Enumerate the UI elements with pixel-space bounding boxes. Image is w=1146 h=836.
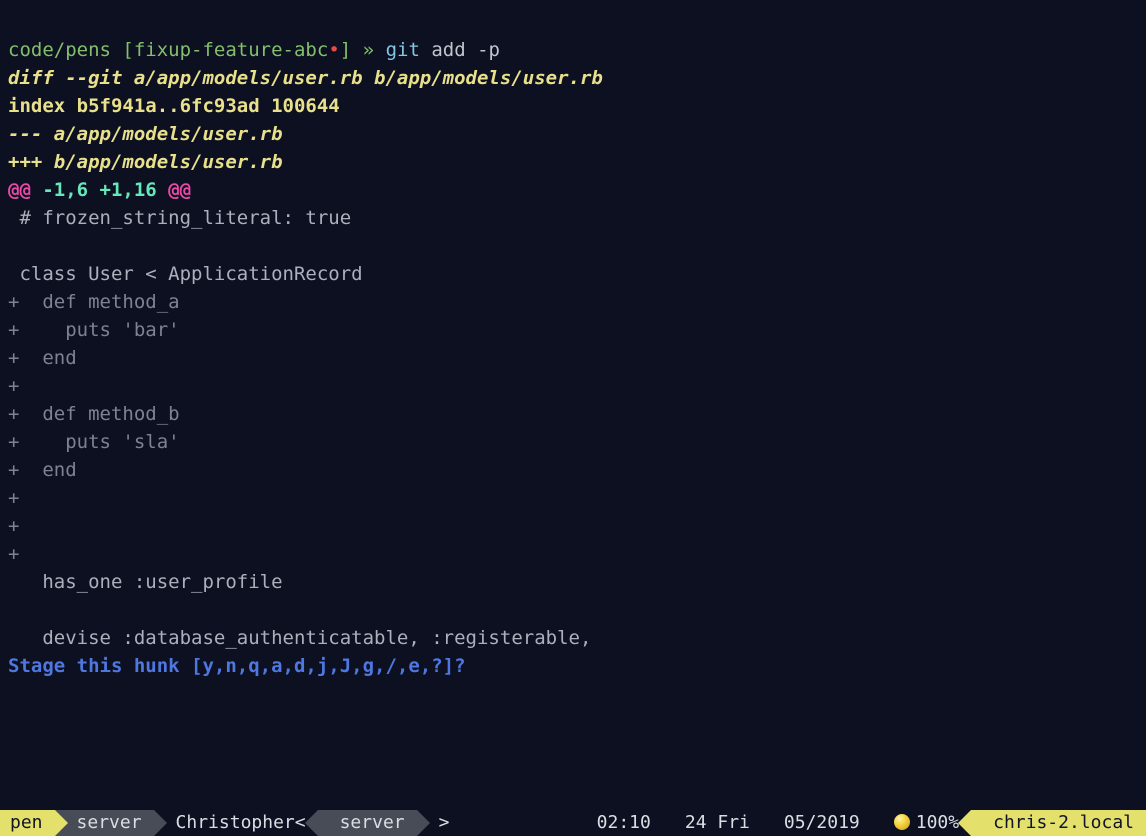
prompt-separator: » (363, 39, 374, 61)
status-pane: server (318, 810, 417, 836)
prompt-path: code/pens (8, 39, 111, 61)
status-battery: 100% (872, 810, 971, 836)
diff-added-line: + puts 'sla' (8, 431, 180, 453)
status-window: server (55, 810, 154, 836)
diff-added-line: + end (8, 347, 77, 369)
tmux-statusbar: pen server Christopher< server > 02:10 2… (0, 810, 1146, 836)
prompt-branch: [fixup-feature-abc•] (111, 39, 363, 61)
diff-added-line: + (8, 515, 19, 537)
diff-context-line: # frozen_string_literal: true (8, 207, 351, 229)
diff-index-line: index b5f941a..6fc93ad 100644 (8, 95, 340, 117)
diff-added-line: + end (8, 459, 77, 481)
command-args: add -p (420, 39, 500, 61)
diff-added-line: + (8, 375, 19, 397)
dirty-indicator-icon: • (328, 39, 339, 61)
diff-minus-file: --- a/app/models/user.rb (8, 123, 283, 145)
diff-context-line: has_one :user_profile (8, 571, 283, 593)
battery-icon (894, 814, 910, 830)
hunk-header: @@ -1,6 +1,16 @@ (8, 179, 191, 201)
diff-added-line: + def method_a (8, 291, 180, 313)
terminal-output[interactable]: code/pens [fixup-feature-abc•] » git add… (0, 0, 1146, 680)
diff-context-line: class User < ApplicationRecord (8, 263, 363, 285)
command-git: git (386, 39, 420, 61)
diff-context-line: devise :database_authenticatable, :regis… (8, 627, 591, 649)
status-user: Christopher< (154, 810, 318, 836)
status-date: 24 Fri (663, 810, 762, 836)
diff-added-line: + (8, 487, 19, 509)
diff-added-line: + def method_b (8, 403, 180, 425)
diff-plus-file: +++ b/app/models/user.rb (8, 151, 283, 173)
status-session: pen (0, 810, 55, 836)
diff-added-line: + (8, 543, 19, 565)
stage-hunk-prompt[interactable]: Stage this hunk [y,n,q,a,d,j,J,g,/,e,?]? (8, 655, 466, 677)
diff-added-line: + puts 'bar' (8, 319, 180, 341)
diff-header-line: diff --git a/app/models/user.rb b/app/mo… (8, 67, 603, 89)
status-month: 05/2019 (762, 810, 872, 836)
status-host: chris-2.local (971, 810, 1146, 836)
